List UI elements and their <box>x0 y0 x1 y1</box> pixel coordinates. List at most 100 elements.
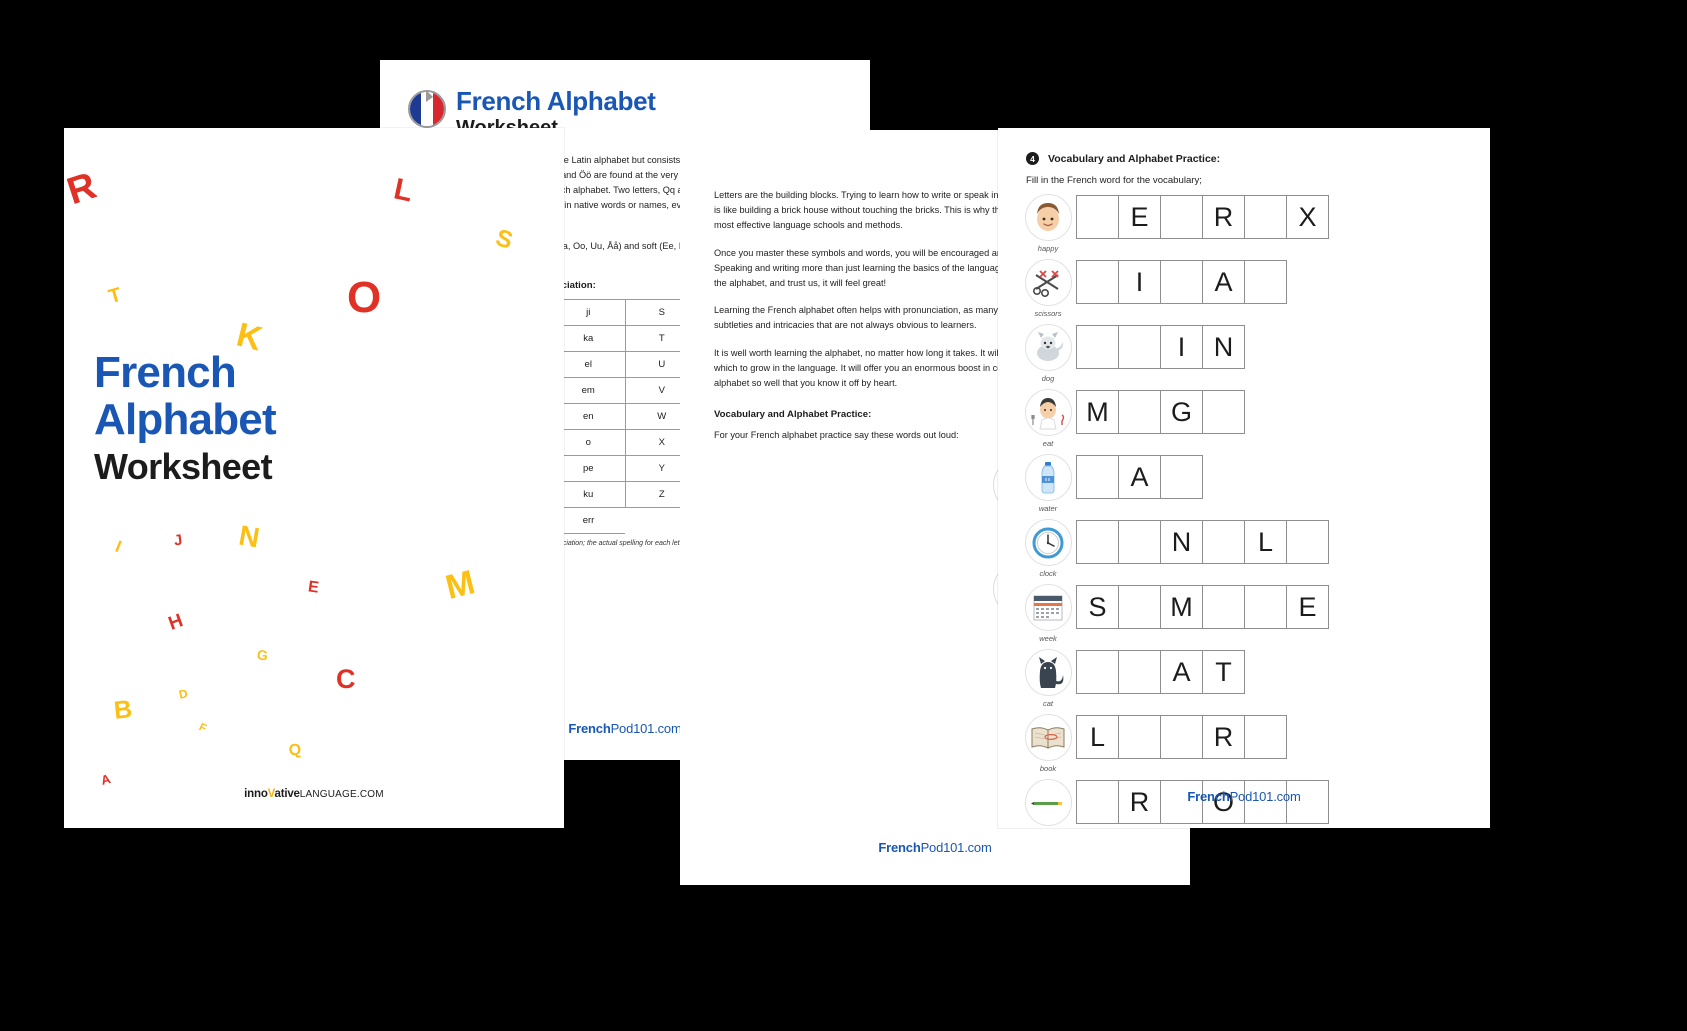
decorative-letter: A <box>99 771 113 788</box>
letter-box-empty[interactable] <box>1076 325 1119 369</box>
vocabulary-exercise-row: eat M G <box>1020 389 1490 448</box>
letter-box-filled[interactable]: A <box>1118 455 1161 499</box>
letter-box-filled[interactable]: T <box>1202 650 1245 694</box>
letter-box-group: IA <box>1076 260 1287 304</box>
vocabulary-gloss-label: scissors <box>1034 309 1062 318</box>
letter-box-empty[interactable] <box>1118 585 1161 629</box>
letter-box-filled[interactable]: A <box>1160 650 1203 694</box>
vocabulary-gloss-label: clock <box>1039 569 1057 578</box>
vocabulary-exercise-row: water A <box>1020 454 1490 513</box>
decorative-letter: E <box>306 578 320 597</box>
vocabulary-icon-column: water <box>1020 454 1076 513</box>
worksheet-page-5[interactable]: 4 Vocabulary and Alphabet Practice: Fill… <box>998 128 1490 828</box>
logo-part-v: V <box>267 788 275 800</box>
letter-box-empty[interactable] <box>1244 195 1287 239</box>
letter-box-empty[interactable] <box>1076 260 1119 304</box>
cover-title-line-1: French <box>94 348 237 397</box>
decorative-letter: H <box>165 610 186 635</box>
decorative-letter: J <box>172 531 184 550</box>
letter-box-filled[interactable]: R <box>1202 195 1245 239</box>
frenchpod101-footer-brand[interactable]: FrenchPod101.com <box>680 840 1190 855</box>
letter-box-empty[interactable] <box>1202 585 1245 629</box>
decorative-letter: M <box>441 563 479 607</box>
letter-box-group: NL <box>1076 520 1329 564</box>
letter-box-filled[interactable]: S <box>1076 585 1119 629</box>
decorative-letter: S <box>492 224 516 255</box>
letter-box-filled[interactable]: X <box>1286 195 1329 239</box>
vocabulary-exercise-row: book L R <box>1020 714 1490 773</box>
decorative-letter: R <box>64 164 102 214</box>
letter-box-empty[interactable] <box>1076 455 1119 499</box>
vocabulary-gloss-label: week <box>1039 634 1057 643</box>
letter-box-empty[interactable] <box>1160 715 1203 759</box>
letter-box-empty[interactable] <box>1202 520 1245 564</box>
letter-box-filled[interactable]: G <box>1160 390 1203 434</box>
letter-box-empty[interactable] <box>1076 650 1119 694</box>
letter-box-filled[interactable]: N <box>1202 325 1245 369</box>
letter-box-empty[interactable] <box>1160 455 1203 499</box>
letter-box-empty[interactable] <box>1244 585 1287 629</box>
letter-box-group: IN <box>1076 325 1245 369</box>
letter-box-empty[interactable] <box>1286 520 1329 564</box>
page-5-heading-row: 4 Vocabulary and Alphabet Practice: <box>998 128 1490 165</box>
letter-box-filled[interactable]: M <box>1076 390 1119 434</box>
decorative-letter: O <box>347 273 382 322</box>
letter-box-empty[interactable] <box>1118 715 1161 759</box>
cover-title-block: French Alphabet Worksheet <box>94 348 277 488</box>
vocabulary-icon-column: happy <box>1020 194 1076 253</box>
decorative-letter: Q <box>287 741 303 760</box>
vocabulary-gloss-label: water <box>1038 504 1058 513</box>
decorative-letter: T <box>106 283 125 309</box>
page-2-title: French Alphabet <box>456 86 656 116</box>
cover-title-line-2: Alphabet <box>94 394 277 444</box>
letter-box-empty[interactable] <box>1118 520 1161 564</box>
vocabulary-exercise-row: dog I N <box>1020 324 1490 383</box>
letter-box-filled[interactable]: L <box>1244 520 1287 564</box>
letter-box-empty[interactable] <box>1160 195 1203 239</box>
letter-box-filled[interactable]: M <box>1160 585 1203 629</box>
worksheet-cover-page[interactable]: RKLSTONIJMEHGCDBFQA French Alphabet Work… <box>64 128 564 828</box>
letter-box-empty[interactable] <box>1244 715 1287 759</box>
letter-box-group: ERX <box>1076 195 1329 239</box>
frenchpod101-footer-brand[interactable]: FrenchPod101.com <box>998 789 1490 804</box>
vocabulary-icon-column: scissors <box>1020 259 1076 318</box>
letter-box-empty[interactable] <box>1160 260 1203 304</box>
letter-box-filled[interactable]: I <box>1118 260 1161 304</box>
letter-box-filled[interactable]: A <box>1202 260 1245 304</box>
eat-icon <box>1024 389 1072 436</box>
vocabulary-gloss-label: cat <box>1042 699 1053 708</box>
letter-box-filled[interactable]: E <box>1118 195 1161 239</box>
letter-box-empty[interactable] <box>1118 650 1161 694</box>
logo-part-language: LANGUAGE.COM <box>299 789 384 800</box>
letter-box-filled[interactable]: E <box>1286 585 1329 629</box>
letter-box-empty[interactable] <box>1118 390 1161 434</box>
vocabulary-exercise-row: cat A T <box>1020 649 1490 708</box>
decorative-letter: D <box>177 686 190 702</box>
letter-box-empty[interactable] <box>1076 520 1119 564</box>
letter-box-empty[interactable] <box>1202 390 1245 434</box>
book-icon <box>1024 714 1072 761</box>
letter-box-group: A <box>1076 455 1203 499</box>
cover-subtitle: Worksheet <box>94 446 273 488</box>
page-5-heading: Vocabulary and Alphabet Practice: <box>1048 152 1221 165</box>
letter-box-empty[interactable] <box>1244 260 1287 304</box>
vocabulary-icon-column: clock <box>1020 519 1076 578</box>
section-number-badge: 4 <box>1026 152 1039 165</box>
innovative-language-logo[interactable]: innoVativeLANGUAGE.COM <box>64 788 564 800</box>
vocabulary-exercise-row: clock N L <box>1020 519 1490 578</box>
vocabulary-exercise-list: happy E R Xscissors I Adog I Neat M Gwater Aclock N… <box>998 194 1490 828</box>
decorative-letter: L <box>390 172 416 209</box>
letter-box-group: AT <box>1076 650 1245 694</box>
letter-box-filled[interactable]: R <box>1202 715 1245 759</box>
logo-part-ative: ative <box>274 788 300 800</box>
letter-box-group: MG <box>1076 390 1245 434</box>
letter-box-filled[interactable]: N <box>1160 520 1203 564</box>
letter-box-empty[interactable] <box>1118 325 1161 369</box>
clock-icon <box>1024 519 1072 566</box>
letter-box-empty[interactable] <box>1076 195 1119 239</box>
logo-part-inno: inno <box>244 788 268 800</box>
water-bottle-icon <box>1024 454 1072 501</box>
vocabulary-exercise-row: scissors I A <box>1020 259 1490 318</box>
letter-box-filled[interactable]: L <box>1076 715 1119 759</box>
letter-box-filled[interactable]: I <box>1160 325 1203 369</box>
